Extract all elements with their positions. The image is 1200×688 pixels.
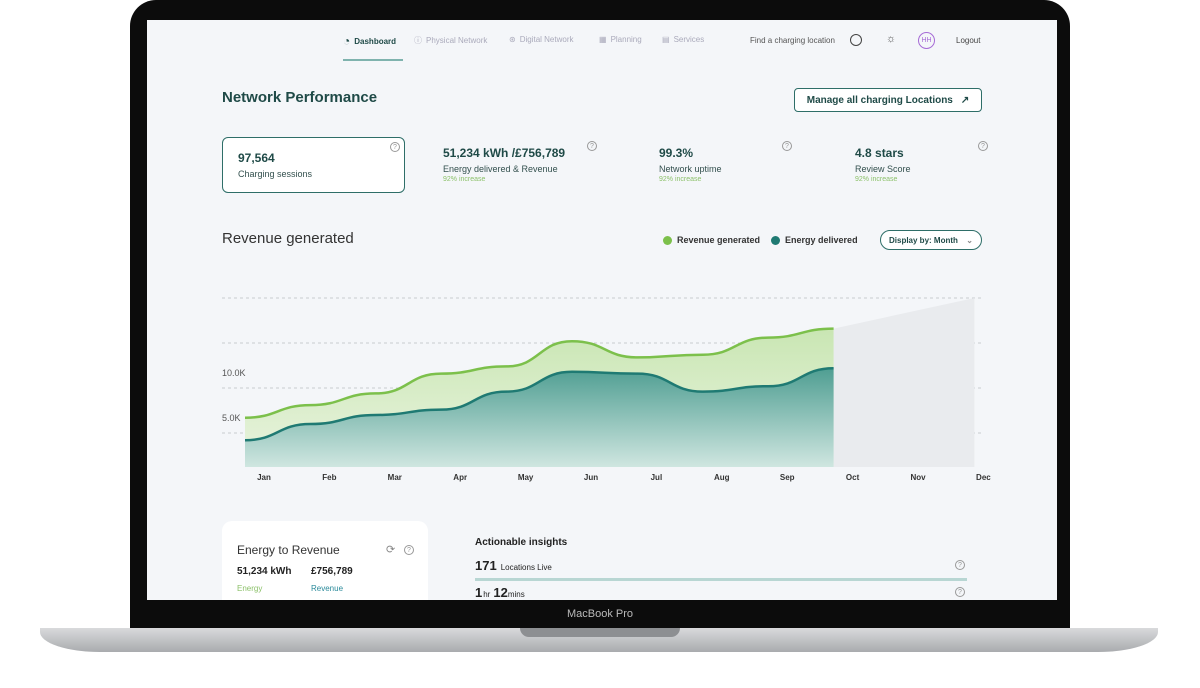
x-tick-label: Jun	[584, 473, 598, 482]
laptop-notch	[520, 628, 680, 637]
help-icon[interactable]: ?	[955, 587, 965, 597]
x-tick-label: Jul	[651, 473, 663, 482]
revenue-value: £756,789	[311, 566, 353, 577]
x-tick-label: Feb	[322, 473, 336, 482]
device-label: MacBook Pro	[566, 608, 634, 620]
help-icon[interactable]: ?	[404, 545, 414, 555]
revenue-chart: 5.0K 10.0K Jan Feb Mar Apr May Jun Jul Aug Sep Oct N…	[222, 297, 991, 482]
x-tick-label: Oct	[846, 473, 860, 482]
x-tick-label: May	[518, 473, 534, 482]
x-tick-label: Dec	[976, 473, 991, 482]
x-tick-label: Apr	[453, 473, 467, 482]
screen: ◔ Dashboard ⓘ Physical Network ⊛ Digital Ne…	[147, 20, 1057, 600]
y-tick-label: 10.0K	[222, 368, 246, 378]
help-icon[interactable]: ?	[955, 560, 965, 570]
x-tick-label: Mar	[388, 473, 402, 482]
insight-progress	[475, 578, 967, 581]
x-tick-label: Sep	[780, 473, 795, 482]
refresh-icon[interactable]: ⟳	[386, 543, 395, 556]
insight-row: 1 hr 12 mins	[475, 585, 525, 600]
x-tick-label: Aug	[714, 473, 730, 482]
revenue-label: Revenue	[311, 584, 344, 593]
forecast-area	[833, 298, 975, 467]
insights-title: Actionable insights	[475, 537, 568, 548]
x-tick-label: Jan	[257, 473, 271, 482]
energy-label: Energy	[237, 584, 263, 593]
insight-row: 171 Locations Live	[475, 558, 552, 573]
x-tick-label: Nov	[910, 473, 926, 482]
energy-value: 51,234 kWh	[237, 566, 292, 577]
energy-to-revenue-card: Energy to Revenue ⟳ ? 51,234 kWh £756,78…	[222, 521, 428, 600]
y-tick-label: 5.0K	[222, 413, 241, 423]
